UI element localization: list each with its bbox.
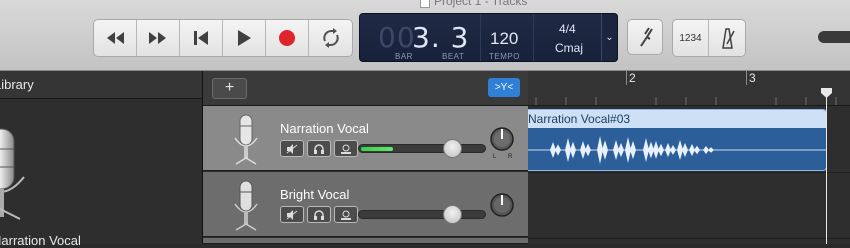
lcd-display[interactable]: 00 3. 3 BAR BEAT 120 TEMPO 4/4 Cmaj — [359, 13, 618, 62]
metronome-button[interactable] — [709, 20, 745, 56]
tuning-fork-icon — [640, 27, 653, 47]
add-track-button[interactable]: + — [212, 78, 247, 99]
microphone-icon — [0, 128, 25, 220]
track-buttons — [280, 206, 358, 223]
lcd-bar-label: BAR — [395, 52, 413, 61]
level-meter — [361, 147, 393, 151]
headphones-icon — [314, 209, 324, 220]
mute-button[interactable] — [280, 140, 304, 157]
pan-knob[interactable]: L R — [488, 126, 518, 160]
tracks-header-bar: + >Y< — [203, 71, 528, 106]
track-header-bright-vocal[interactable]: Bright Vocal — [203, 172, 528, 237]
solo-button[interactable] — [307, 140, 331, 157]
region-name: Narration Vocal#03 — [528, 110, 826, 128]
tracks-area[interactable]: Narration Vocal#03 — [528, 106, 850, 244]
window-title: Project 1 - Tracks — [420, 0, 527, 8]
svg-text:L: L — [493, 154, 497, 160]
tuner-button[interactable] — [627, 19, 663, 55]
volume-slider[interactable] — [358, 205, 486, 224]
microphone-icon — [234, 180, 258, 231]
lcd-time-signature: 4/4 — [559, 22, 576, 36]
library-header: Library — [0, 71, 202, 99]
record-enable-button[interactable] — [334, 206, 358, 223]
lcd-tempo-value: 120 — [490, 29, 519, 48]
catch-playhead-button[interactable]: >Y< — [488, 78, 520, 97]
mute-icon — [286, 143, 298, 154]
record-icon — [279, 30, 295, 46]
volume-knob[interactable] — [443, 205, 463, 224]
volume-slider[interactable] — [358, 139, 486, 158]
record-button[interactable] — [266, 20, 309, 56]
volume-knob[interactable] — [443, 139, 463, 158]
library-pane: Library Narration Vocal — [0, 71, 203, 248]
master-volume-slider[interactable] — [818, 31, 850, 43]
solo-button[interactable] — [307, 206, 331, 223]
track-name[interactable]: Bright Vocal — [280, 187, 349, 202]
record-enable-icon — [341, 144, 351, 154]
transport-controls — [93, 19, 353, 57]
library-patch-name[interactable]: Narration Vocal — [0, 233, 81, 248]
mute-button[interactable] — [280, 206, 304, 223]
record-enable-button[interactable] — [334, 140, 358, 157]
rewind-button[interactable] — [94, 20, 137, 56]
lcd-beat-label: BEAT — [442, 52, 465, 61]
track-name[interactable]: Narration Vocal — [280, 121, 369, 136]
audio-region[interactable]: Narration Vocal#03 — [528, 109, 827, 171]
cycle-button[interactable] — [309, 20, 352, 56]
track-header-partial — [203, 238, 528, 244]
svg-text:R: R — [508, 154, 513, 160]
ruler-ticks — [535, 97, 837, 105]
count-in-button[interactable]: 1234 — [673, 20, 709, 56]
lcd-tempo-label: TEMPO — [489, 52, 520, 61]
playhead-handle[interactable] — [821, 88, 832, 98]
pan-knob[interactable] — [488, 192, 518, 226]
chevron-down-icon: ⌄ — [605, 32, 614, 43]
track-header-narration-vocal[interactable]: Narration Vocal L R — [203, 106, 528, 171]
go-to-beginning-icon — [194, 31, 208, 45]
mute-icon — [286, 209, 298, 220]
record-enable-icon — [341, 210, 351, 220]
lcd-beat-value: 3. 3 — [412, 21, 470, 54]
fast-forward-button[interactable] — [137, 20, 180, 56]
control-bar: Project 1 - Tracks 00 3. 3 BAR BEAT 120 … — [0, 0, 850, 71]
play-button[interactable] — [223, 20, 266, 56]
count-in-label: 1234 — [679, 32, 702, 44]
waveform — [528, 136, 826, 164]
playhead[interactable] — [826, 88, 827, 244]
library-title: Library — [0, 77, 34, 92]
count-in-metronome-group: 1234 — [672, 19, 746, 57]
rewind-icon — [107, 32, 124, 44]
track-buttons — [280, 140, 358, 157]
timeline-ruler[interactable]: 2 3 — [528, 71, 850, 106]
go-to-beginning-button[interactable] — [180, 20, 223, 56]
microphone-icon — [234, 114, 258, 165]
lcd-key: Cmaj — [555, 41, 584, 55]
lcd-menu-button[interactable]: ⌄ — [601, 13, 618, 62]
document-icon — [420, 0, 430, 8]
cycle-icon — [322, 28, 339, 48]
lcd-bar-value: 00 — [378, 21, 416, 54]
play-icon — [238, 30, 251, 46]
headphones-icon — [314, 143, 324, 154]
metronome-icon — [722, 28, 735, 49]
fast-forward-icon — [149, 32, 166, 44]
